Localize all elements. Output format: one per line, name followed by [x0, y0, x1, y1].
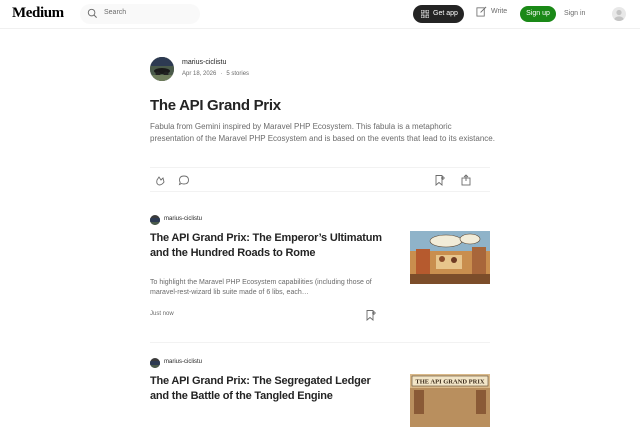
story-snippet[interactable]: To highlight the Maravel PHP Ecosystem c… — [150, 278, 390, 298]
bookmark-add-icon[interactable] — [434, 174, 446, 186]
sign-up-button[interactable]: Sign up — [520, 6, 556, 22]
comment-icon[interactable] — [178, 174, 190, 186]
sign-in-link[interactable]: Sign in — [564, 10, 585, 17]
write-label: Write — [491, 8, 508, 15]
story-card[interactable]: marius-ciclistu The API Grand Prix: The … — [150, 215, 490, 335]
story-author-name[interactable]: marius-ciclistu — [164, 216, 202, 222]
bookmark-icon[interactable] — [365, 309, 377, 321]
story-date: Just now — [150, 311, 174, 317]
get-app-label: Get app — [433, 10, 458, 17]
list-date: Apr 18, 2026 — [182, 71, 217, 77]
story-thumbnail[interactable] — [410, 231, 490, 284]
top-navbar: Medium Search Get app Write Sign up Sign… — [0, 0, 640, 29]
story-thumbnail[interactable]: THE API GRAND PRIX — [410, 374, 490, 427]
search-icon — [87, 8, 97, 18]
clap-icon[interactable] — [154, 174, 166, 186]
list-action-bar — [150, 167, 490, 192]
get-app-button[interactable]: Get app — [413, 5, 464, 23]
write-icon — [476, 6, 487, 17]
share-icon[interactable] — [460, 174, 472, 186]
author-avatar[interactable] — [150, 57, 174, 81]
list-meta: Apr 18, 2026 · 5 stories — [182, 71, 250, 77]
story-author-avatar[interactable] — [150, 358, 160, 368]
author-name[interactable]: marius-ciclistu — [182, 59, 226, 66]
medium-logo[interactable]: Medium — [12, 5, 64, 22]
thumbnail-caption: THE API GRAND PRIX — [415, 379, 484, 386]
user-icon[interactable] — [612, 7, 626, 21]
story-title[interactable]: The API Grand Prix: The Emperor’s Ultima… — [150, 231, 390, 261]
list-description: Fabula from Gemini inspired by Maravel P… — [150, 122, 495, 143]
list-story-count: 5 stories — [226, 71, 250, 77]
list-title: The API Grand Prix — [150, 97, 281, 114]
grid-icon — [421, 10, 429, 18]
story-author-avatar[interactable] — [150, 215, 160, 225]
story-author-name[interactable]: marius-ciclistu — [164, 359, 202, 365]
search-placeholder: Search — [104, 9, 127, 16]
story-card[interactable]: marius-ciclistu The API Grand Prix: The … — [150, 358, 490, 427]
story-divider — [150, 342, 490, 343]
search-box[interactable]: Search — [80, 4, 200, 24]
